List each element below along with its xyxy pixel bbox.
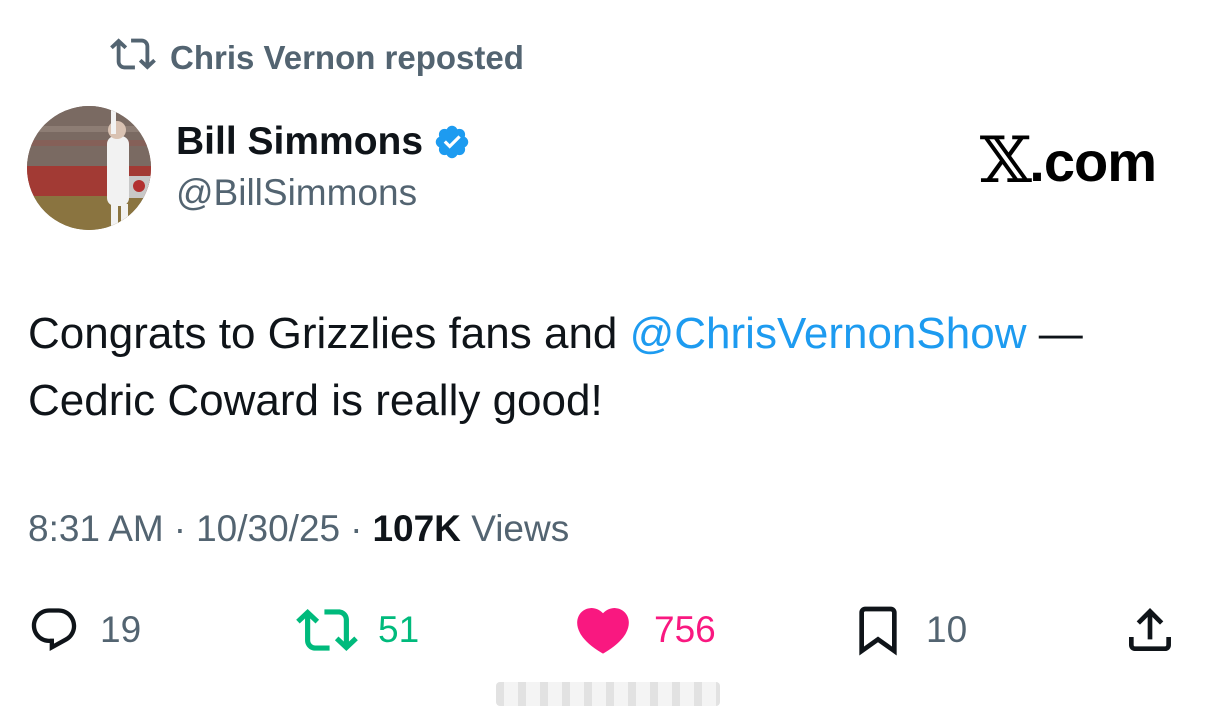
reply-button[interactable]: 19 [28,598,141,662]
tweet-text: Congrats to Grizzlies fans and @ChrisVer… [28,300,1178,434]
repost-icon [296,599,358,661]
like-button[interactable]: 756 [572,598,716,662]
views-count: 107K [372,508,461,549]
tweet-meta: 8:31 AM · 10/30/25 · 107K Views [28,508,569,550]
repost-count: 51 [378,609,420,650]
avatar[interactable] [27,106,151,230]
author-handle[interactable]: @BillSimmons [176,172,417,214]
mention-link[interactable]: @ChrisVernonShow [630,309,1027,358]
brand-logo: 𝕏 .com [979,124,1157,198]
tweet-text-part: Congrats to Grizzlies fans and [28,309,630,358]
tweet-text-part: — [1026,309,1083,358]
share-icon [1122,602,1178,658]
tweet-date[interactable]: 10/30/25 [196,508,340,550]
reply-icon [28,604,80,656]
bookmark-count: 10 [926,609,968,650]
like-count: 756 [654,609,716,650]
tweet-time[interactable]: 8:31 AM [28,508,164,550]
meta-separator: · [173,508,187,549]
brand-suffix: .com [1029,129,1157,193]
verified-badge-icon[interactable] [433,123,471,161]
repost-label: Chris Vernon reposted [170,39,524,76]
watermark-bar [496,682,720,706]
bookmark-icon [850,600,906,660]
author-name-row[interactable]: Bill Simmons [176,120,471,164]
repost-button[interactable]: 51 [296,598,419,662]
heart-icon [572,599,634,661]
bookmark-button[interactable]: 10 [850,598,967,662]
share-button[interactable] [1122,598,1178,662]
views-label: Views [471,508,570,549]
author-name[interactable]: Bill Simmons [176,120,423,164]
repost-header[interactable]: Chris Vernon reposted [110,36,524,80]
x-logo-icon: 𝕏 [979,124,1031,198]
repost-icon [110,31,156,85]
tweet-text-line2: Cedric Coward is really good! [28,376,603,425]
reply-count: 19 [100,609,142,650]
meta-separator: · [350,508,363,549]
action-bar: 19 51 756 10 [0,598,1206,662]
